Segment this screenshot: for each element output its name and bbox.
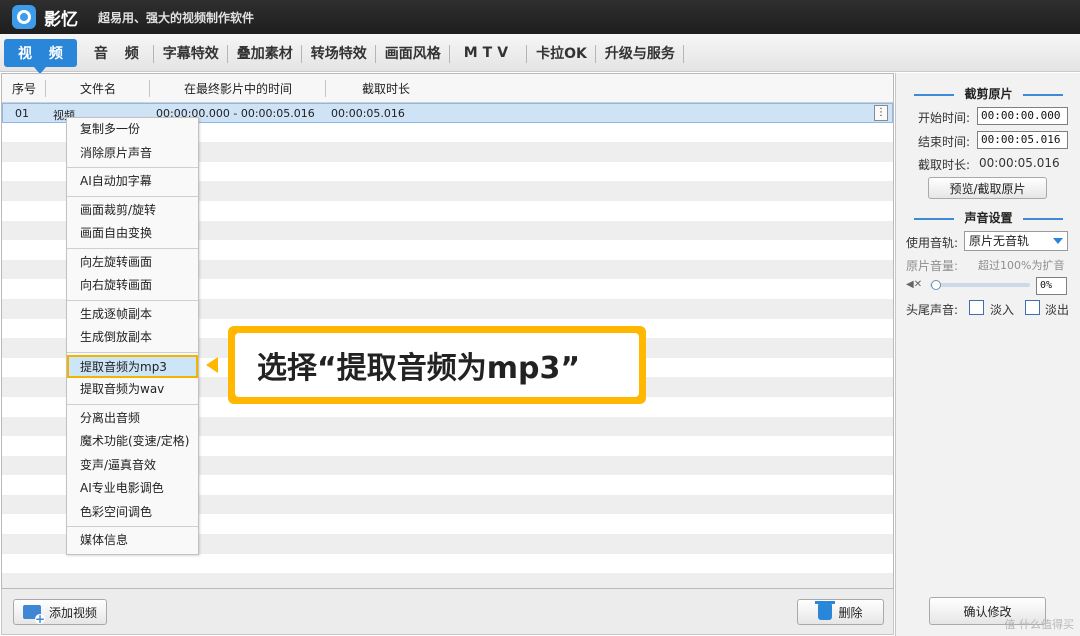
trash-icon [815,601,836,620]
header-index[interactable]: 序号 [2,74,46,103]
menu-item-color-space-grading[interactable]: 色彩空间调色 [67,501,198,525]
menu-item-crop-rotate[interactable]: 画面裁剪/旋转 [67,199,198,223]
add-video-button[interactable]: 添加视频 [13,599,107,625]
menu-item-magic-functions[interactable]: 魔术功能(变速/定格) [67,430,198,454]
fade-in-label: 淡入 [990,303,1015,317]
fade-out-checkbox[interactable] [1025,300,1040,315]
row-more-icon[interactable]: ⋮ [874,105,888,121]
end-time-field[interactable]: 00:00:05.016 [977,131,1068,149]
menu-item-rotate-right[interactable]: 向右旋转画面 [67,274,198,298]
tab-upgrade-services[interactable]: 升级与服务 [596,39,684,67]
menu-divider [67,195,198,197]
end-time-label: 结束时间: [918,135,971,149]
crop-section-title: 截剪原片 [896,85,1080,102]
app-slogan: 超易用、强大的视频制作软件 [98,10,255,25]
menu-item-separate-audio[interactable]: 分离出音频 [67,407,198,431]
callout-pointer-arrow [206,357,218,373]
volume-slider-track[interactable] [930,283,1030,287]
menu-item-rotate-left[interactable]: 向左旋转画面 [67,251,198,275]
sound-section-title: 声音设置 [896,209,1080,226]
tab-overlay-material[interactable]: 叠加素材 [228,39,302,67]
menu-divider [67,247,198,249]
app-logo-icon [12,5,36,29]
bottom-toolbar: 添加视频 删除 [1,589,894,635]
menu-item-frame-by-frame-copy[interactable]: 生成逐帧副本 [67,303,198,327]
menu-item-ai-auto-subtitles[interactable]: AI自动加字幕 [67,170,198,194]
volume-slider-thumb[interactable] [931,280,941,290]
menu-item-remove-original-sound[interactable]: 消除原片声音 [67,142,198,166]
app-name: 影忆 [44,9,78,30]
menu-item-duplicate[interactable]: 复制多一份 [67,118,198,142]
row-duration: 00:00:05.016 [331,107,405,120]
volume-value-field[interactable]: 0% [1036,277,1067,295]
menu-item-voice-change[interactable]: 变声/逼真音效 [67,454,198,478]
crop-duration-label: 截取时长: [918,158,971,172]
menu-divider [67,167,198,168]
menu-item-extract-audio-mp3[interactable]: 提取音频为mp3 [67,354,198,378]
row-index: 01 [15,107,29,120]
menu-item-media-info[interactable]: 媒体信息 [67,529,198,553]
fade-out-label: 淡出 [1045,303,1070,317]
delete-label: 删除 [838,605,863,620]
audio-track-label: 使用音轨: [906,236,959,250]
tab-audio[interactable]: 音 频 [85,39,154,67]
audio-track-select[interactable]: 原片无音轨 [964,231,1068,251]
header-time-in-movie[interactable]: 在最终影片中的时间 [150,74,326,103]
right-settings-panel: 截剪原片 开始时间: 00:00:00.000 结束时间: 00:00:05.0… [895,73,1080,636]
menu-divider [67,526,198,527]
menu-divider [67,403,198,405]
header-filename[interactable]: 文件名 [46,74,150,103]
tab-subtitle-effects[interactable]: 字幕特效 [154,39,228,67]
start-time-field[interactable]: 00:00:00.000 [977,107,1068,125]
tab-mtv[interactable]: MTV [450,39,528,67]
header-duration[interactable]: 截取时长 [326,74,446,103]
mute-icon: ◀✕ [906,279,923,290]
fade-label: 头尾声音: [906,303,959,317]
instruction-callout: 选择“提取音频为mp3” [228,326,646,404]
menu-divider [67,299,198,301]
crop-duration-value: 00:00:05.016 [979,156,1060,170]
table-row [2,573,893,588]
tab-video[interactable]: 视 频 [4,38,77,74]
dropdown-arrow-icon [1053,238,1063,244]
volume-hint: 超过100%为扩音 [978,259,1065,272]
table-row [2,554,893,574]
audio-track-value: 原片无音轨 [969,234,1030,248]
watermark: 值 什么值得买 [1004,618,1075,631]
add-video-icon [22,605,45,624]
volume-label: 原片音量: [906,259,959,273]
fade-in-checkbox[interactable] [969,300,984,315]
list-header: 序号 文件名 在最终影片中的时间 截取时长 [2,74,893,103]
delete-button[interactable]: 删除 [797,599,884,625]
tab-karaoke[interactable]: 卡拉OK [527,39,596,67]
callout-text: 选择“提取音频为mp3” [235,333,639,397]
tab-transition-effects[interactable]: 转场特效 [302,39,376,67]
menu-divider [67,351,198,353]
menu-item-extract-audio-wav[interactable]: 提取音频为wav [67,378,198,402]
tab-picture-style[interactable]: 画面风格 [376,39,450,67]
menu-item-ai-color-grading[interactable]: AI专业电影调色 [67,477,198,501]
menu-item-free-transform[interactable]: 画面自由变换 [67,222,198,246]
menu-item-reverse-copy[interactable]: 生成倒放副本 [67,326,198,350]
title-bar: 影忆 超易用、强大的视频制作软件 [0,0,1080,34]
add-video-label: 添加视频 [48,605,97,620]
context-menu: 复制多一份 消除原片声音 AI自动加字幕 画面裁剪/旋转 画面自由变换 向左旋转… [66,117,199,555]
main-tab-bar: 视 频 音 频 字幕特效 叠加素材 转场特效 画面风格 MTV 卡拉OK 升级与… [0,34,1080,74]
start-time-label: 开始时间: [918,111,971,125]
preview-crop-button[interactable]: 预览/截取原片 [928,177,1047,199]
